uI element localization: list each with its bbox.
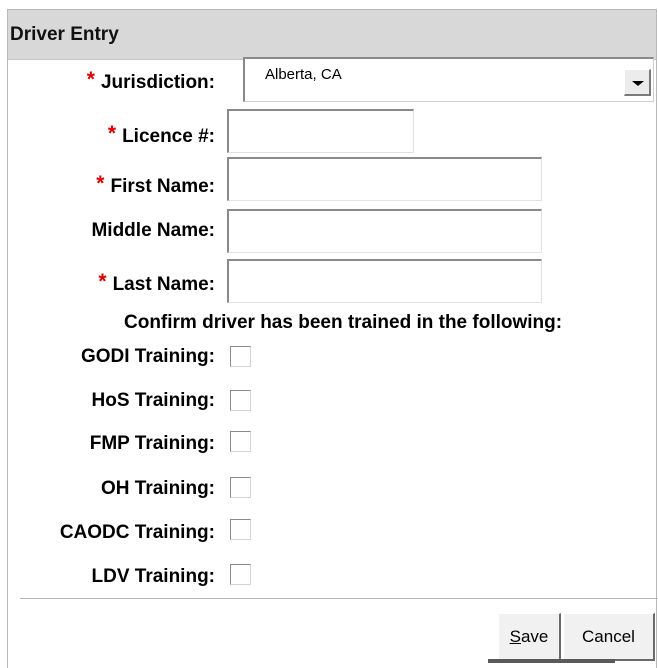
cancel-button[interactable]: Cancel <box>563 613 655 661</box>
save-button[interactable]: Save <box>498 613 561 661</box>
training-checkbox-godi[interactable] <box>230 346 251 367</box>
training-checkbox-caodc[interactable] <box>230 519 251 540</box>
save-mnemonic: S <box>509 627 521 646</box>
licence-input[interactable] <box>227 109 414 153</box>
training-label-oh: OH Training: <box>101 478 215 499</box>
first-name-input[interactable] <box>227 157 542 201</box>
training-heading: Confirm driver has been trained in the f… <box>124 312 563 333</box>
training-checkbox-ldv[interactable] <box>230 564 251 585</box>
jurisdiction-select[interactable]: Alberta, CA <box>243 57 654 102</box>
required-marker: * <box>86 68 95 91</box>
jurisdiction-value: Alberta, CA <box>265 66 342 83</box>
training-checkbox-fmp[interactable] <box>230 431 251 452</box>
licence-label: * Licence #: <box>107 122 215 147</box>
dialog-title: Driver Entry <box>10 24 119 45</box>
button-shadow <box>488 659 615 663</box>
jurisdiction-label: * Jurisdiction: <box>86 68 215 93</box>
first-name-label: * First Name: <box>96 172 215 197</box>
training-label-ldv: LDV Training: <box>91 566 216 587</box>
dropdown-arrow-button[interactable] <box>624 69 651 96</box>
required-marker: * <box>96 172 105 195</box>
last-name-input[interactable] <box>227 259 542 303</box>
training-label-hos: HoS Training: <box>91 390 216 411</box>
last-name-label: * Last Name: <box>98 270 215 295</box>
middle-name-input[interactable] <box>227 209 542 253</box>
middle-name-label: Middle Name: <box>91 220 215 241</box>
training-label-caodc: CAODC Training: <box>59 522 215 543</box>
training-label-fmp: FMP Training: <box>89 433 215 454</box>
training-checkbox-oh[interactable] <box>230 477 251 498</box>
training-label-godi: GODI Training: <box>80 346 215 367</box>
training-checkbox-hos[interactable] <box>230 390 251 411</box>
required-marker: * <box>98 270 107 293</box>
required-marker: * <box>107 122 117 145</box>
dialog-titlebar: Driver Entry <box>8 10 656 60</box>
chevron-down-icon <box>632 81 644 86</box>
footer-divider <box>20 598 658 599</box>
